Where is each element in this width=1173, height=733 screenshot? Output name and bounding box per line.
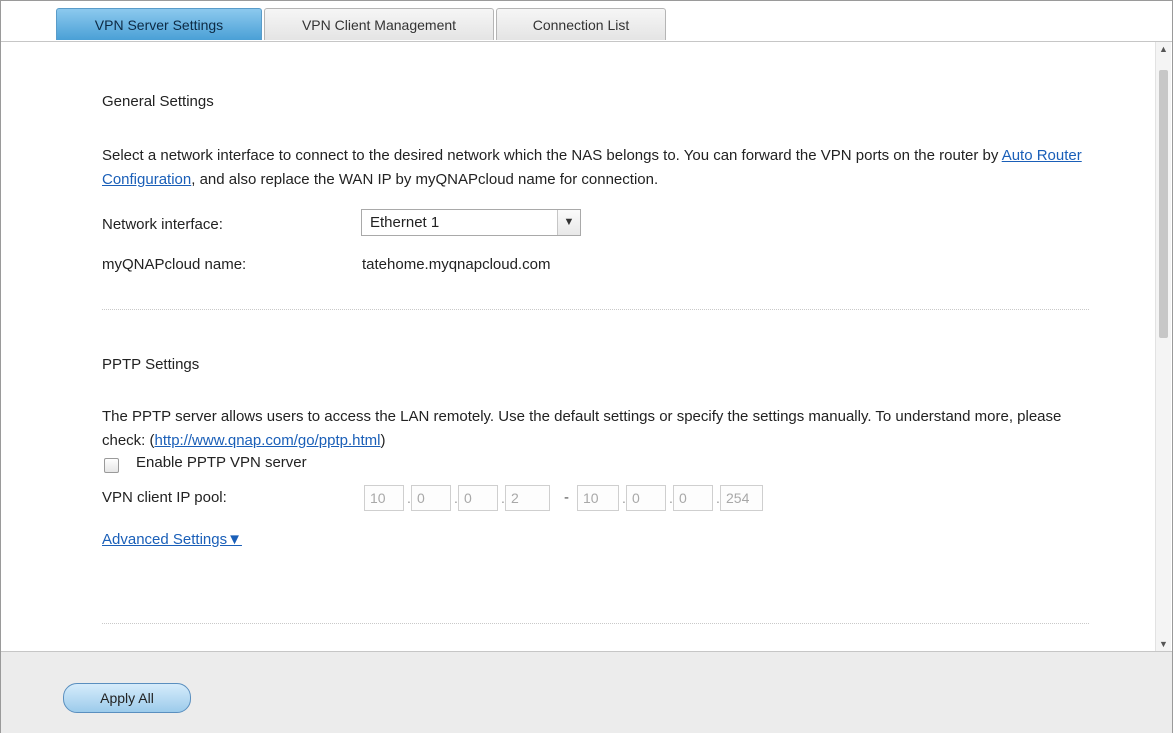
network-interface-label: Network interface: [102,216,223,233]
tab-vpn-server-settings[interactable]: VPN Server Settings [56,8,262,40]
ip-end-octet-4[interactable]: 254 [720,485,763,511]
tab-vpn-client-management[interactable]: VPN Client Management [264,8,494,40]
scroll-up-icon[interactable]: ▲ [1156,42,1171,56]
pptp-settings-title: PPTP Settings [102,356,200,373]
enable-pptp-checkbox[interactable] [104,458,119,473]
general-desc-text-1: Select a network interface to connect to… [102,147,1002,164]
section-divider [102,309,1089,310]
section-divider [102,623,1089,624]
ip-start-octet-4[interactable]: 2 [505,485,550,511]
vertical-scrollbar[interactable]: ▲ ▼ [1155,42,1171,651]
tab-connection-list[interactable]: Connection List [496,8,666,40]
general-settings-title: General Settings [102,93,214,110]
chevron-down-icon[interactable]: ▼ [557,210,580,235]
footer-bar: Apply All [1,651,1172,733]
vpn-settings-window: VPN Server Settings VPN Client Managemen… [0,0,1173,733]
pptp-desc-text-2: ) [380,432,386,449]
ip-pool-label: VPN client IP pool: [102,489,227,506]
apply-all-button[interactable]: Apply All [63,683,191,713]
ip-end-octet-3[interactable]: 0 [673,485,713,511]
settings-panel: General Settings Select a network interf… [1,42,1156,651]
cloud-name-label: myQNAPcloud name: [102,256,247,273]
pptp-settings-description: The PPTP server allows users to access t… [102,405,1082,453]
network-interface-select[interactable]: Ethernet 1 ▼ [361,209,581,236]
ip-range-separator: - [564,489,569,506]
general-settings-description: Select a network interface to connect to… [102,144,1082,192]
cloud-name-value: tatehome.myqnapcloud.com [362,256,551,273]
network-interface-value: Ethernet 1 [370,214,440,231]
ip-end-octet-2[interactable]: 0 [626,485,666,511]
advanced-settings-link[interactable]: Advanced Settings▼ [102,531,242,548]
ip-start-octet-1[interactable]: 10 [364,485,404,511]
scrollbar-thumb[interactable] [1159,70,1168,338]
ip-start-octet-3[interactable]: 0 [458,485,498,511]
ip-start-octet-2[interactable]: 0 [411,485,451,511]
tab-bar: VPN Server Settings VPN Client Managemen… [56,8,668,41]
general-desc-text-2: , and also replace the WAN IP by myQNAPc… [191,171,659,188]
ip-end-octet-1[interactable]: 10 [577,485,619,511]
pptp-help-link[interactable]: http://www.qnap.com/go/pptp.html [155,432,381,449]
enable-pptp-label[interactable]: Enable PPTP VPN server [136,454,307,471]
scroll-down-icon[interactable]: ▼ [1156,637,1171,651]
